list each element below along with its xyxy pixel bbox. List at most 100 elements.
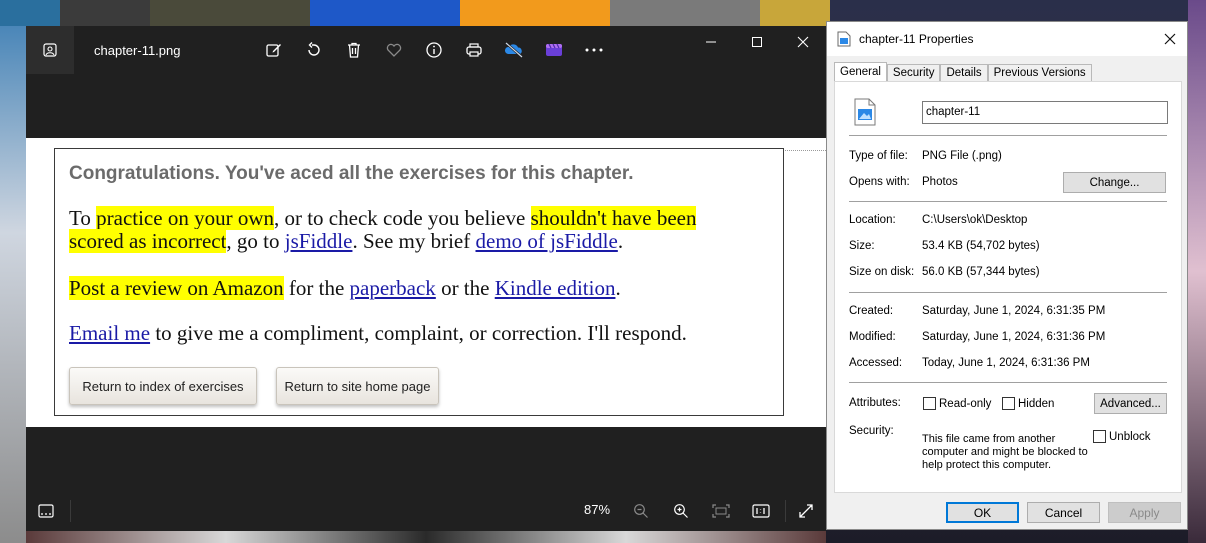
- security-label: Security:: [849, 425, 894, 437]
- type-label: Type of file:: [849, 150, 908, 162]
- photos-viewer-window: chapter-11.png Congratulations. You've a…: [26, 26, 826, 531]
- viewer-filename: chapter-11.png: [94, 42, 181, 58]
- properties-titlebar: chapter-11 Properties: [827, 22, 1187, 56]
- tab-general[interactable]: General: [834, 62, 887, 82]
- created-value: Saturday, June 1, 2024, 6:31:35 PM: [922, 305, 1106, 317]
- text-span: , or to check code you believe: [273, 206, 531, 230]
- change-button[interactable]: Change...: [1063, 172, 1166, 193]
- congrats-heading: Congratulations. You've aced all the exe…: [69, 163, 634, 184]
- viewer-toolbar: [254, 36, 614, 64]
- print-icon[interactable]: [454, 36, 494, 64]
- filmstrip-icon[interactable]: [26, 491, 66, 531]
- tab-details[interactable]: Details: [940, 64, 988, 82]
- viewer-bottombar: 87%: [26, 491, 826, 531]
- security-message: This file came from another computer and…: [922, 433, 1088, 471]
- demo-jsfiddle-link[interactable]: demo of jsFiddle: [476, 229, 618, 253]
- apply-button[interactable]: Apply: [1108, 502, 1181, 523]
- hidden-checkbox[interactable]: [1002, 397, 1015, 410]
- close-icon[interactable]: [780, 26, 826, 58]
- text-span: . See my brief: [352, 229, 476, 253]
- maximize-icon[interactable]: [734, 26, 780, 58]
- photos-app-icon[interactable]: [26, 26, 74, 74]
- text-span: , go to: [226, 229, 285, 253]
- text-span: for the: [283, 276, 350, 300]
- jsfiddle-link[interactable]: jsFiddle: [285, 229, 353, 253]
- practice-paragraph: To practice on your own, or to check cod…: [69, 206, 697, 253]
- modified-value: Saturday, June 1, 2024, 6:31:36 PM: [922, 331, 1106, 343]
- size-label: Size:: [849, 240, 875, 252]
- clipchamp-icon[interactable]: [534, 36, 574, 64]
- accessed-value: Today, June 1, 2024, 6:31:36 PM: [922, 357, 1090, 369]
- edit-icon[interactable]: [254, 36, 294, 64]
- fit-to-window-icon[interactable]: [707, 497, 735, 525]
- text-span: .: [617, 229, 624, 253]
- expand-icon[interactable]: [792, 497, 820, 525]
- advanced-button[interactable]: Advanced...: [1094, 393, 1167, 414]
- divider: [849, 201, 1167, 202]
- text-span: To: [69, 206, 97, 230]
- hidden-label[interactable]: Hidden: [1018, 398, 1054, 410]
- general-panel: chapter-11 Type of file: PNG File (.png)…: [834, 81, 1182, 493]
- viewer-window-controls: [688, 26, 826, 58]
- type-value: PNG File (.png): [922, 150, 1002, 162]
- text-span: .: [615, 276, 621, 300]
- email-paragraph: Email me to give me a compliment, compla…: [69, 322, 687, 345]
- accessed-label: Accessed:: [849, 357, 903, 369]
- unblock-checkbox[interactable]: [1093, 430, 1106, 443]
- close-icon[interactable]: [1153, 22, 1187, 56]
- email-me-link[interactable]: Email me: [69, 321, 150, 345]
- modified-label: Modified:: [849, 331, 896, 343]
- file-icon: [837, 31, 851, 47]
- properties-tabs: General Security Details Previous Versio…: [834, 62, 1092, 82]
- exercise-complete-panel: Congratulations. You've aced all the exe…: [54, 148, 784, 416]
- zoom-in-icon[interactable]: [667, 497, 695, 525]
- text-span: to give me a compliment, complaint, or c…: [150, 321, 687, 345]
- zoom-out-icon[interactable]: [627, 497, 655, 525]
- delete-icon[interactable]: [334, 36, 374, 64]
- cancel-button[interactable]: Cancel: [1027, 502, 1100, 523]
- info-icon[interactable]: [414, 36, 454, 64]
- more-icon[interactable]: [574, 36, 614, 64]
- highlighted-text: scored as incorrect: [69, 229, 227, 253]
- file-name-field[interactable]: chapter-11: [922, 101, 1168, 124]
- onedrive-icon[interactable]: [494, 36, 534, 64]
- actual-size-icon[interactable]: [747, 497, 775, 525]
- png-file-icon: [854, 98, 876, 126]
- separator: [70, 500, 71, 522]
- readonly-checkbox[interactable]: [923, 397, 936, 410]
- tab-security[interactable]: Security: [886, 64, 941, 82]
- kindle-edition-link[interactable]: Kindle edition: [495, 276, 616, 300]
- zoom-level: 87%: [584, 502, 611, 517]
- highlighted-text: practice on your own: [96, 206, 274, 230]
- size-on-disk-label: Size on disk:: [849, 266, 915, 278]
- text-span: or the: [435, 276, 495, 300]
- paperback-link[interactable]: paperback: [350, 276, 436, 300]
- opens-with-value: Photos: [922, 176, 958, 188]
- opens-with-label: Opens with:: [849, 176, 910, 188]
- location-label: Location:: [849, 214, 896, 226]
- location-value: C:\Users\ok\Desktop: [922, 214, 1028, 226]
- attributes-label: Attributes:: [849, 397, 901, 409]
- divider: [849, 135, 1167, 136]
- minimize-icon[interactable]: [688, 26, 734, 58]
- highlighted-text: Post a review on Amazon: [69, 276, 284, 300]
- divider: [849, 292, 1167, 293]
- rotate-icon[interactable]: [294, 36, 334, 64]
- size-value: 53.4 KB (54,702 bytes): [922, 240, 1040, 252]
- return-to-home-button[interactable]: Return to site home page: [276, 367, 439, 405]
- image-canvas[interactable]: Congratulations. You've aced all the exe…: [26, 138, 826, 427]
- separator: [785, 500, 786, 522]
- highlighted-text: shouldn't have been: [530, 206, 697, 230]
- return-to-index-button[interactable]: Return to index of exercises: [69, 367, 257, 405]
- properties-title: chapter-11 Properties: [859, 32, 974, 46]
- tab-previous-versions[interactable]: Previous Versions: [987, 64, 1092, 82]
- created-label: Created:: [849, 305, 894, 317]
- favorite-icon[interactable]: [374, 36, 414, 64]
- properties-dialog: chapter-11 Properties General Security D…: [826, 21, 1188, 530]
- divider: [849, 382, 1167, 383]
- readonly-label[interactable]: Read-only: [939, 398, 991, 410]
- ok-button[interactable]: OK: [946, 502, 1019, 523]
- review-paragraph: Post a review on Amazon for the paperbac…: [69, 276, 621, 300]
- size-on-disk-value: 56.0 KB (57,344 bytes): [922, 266, 1040, 278]
- unblock-label[interactable]: Unblock: [1109, 431, 1151, 443]
